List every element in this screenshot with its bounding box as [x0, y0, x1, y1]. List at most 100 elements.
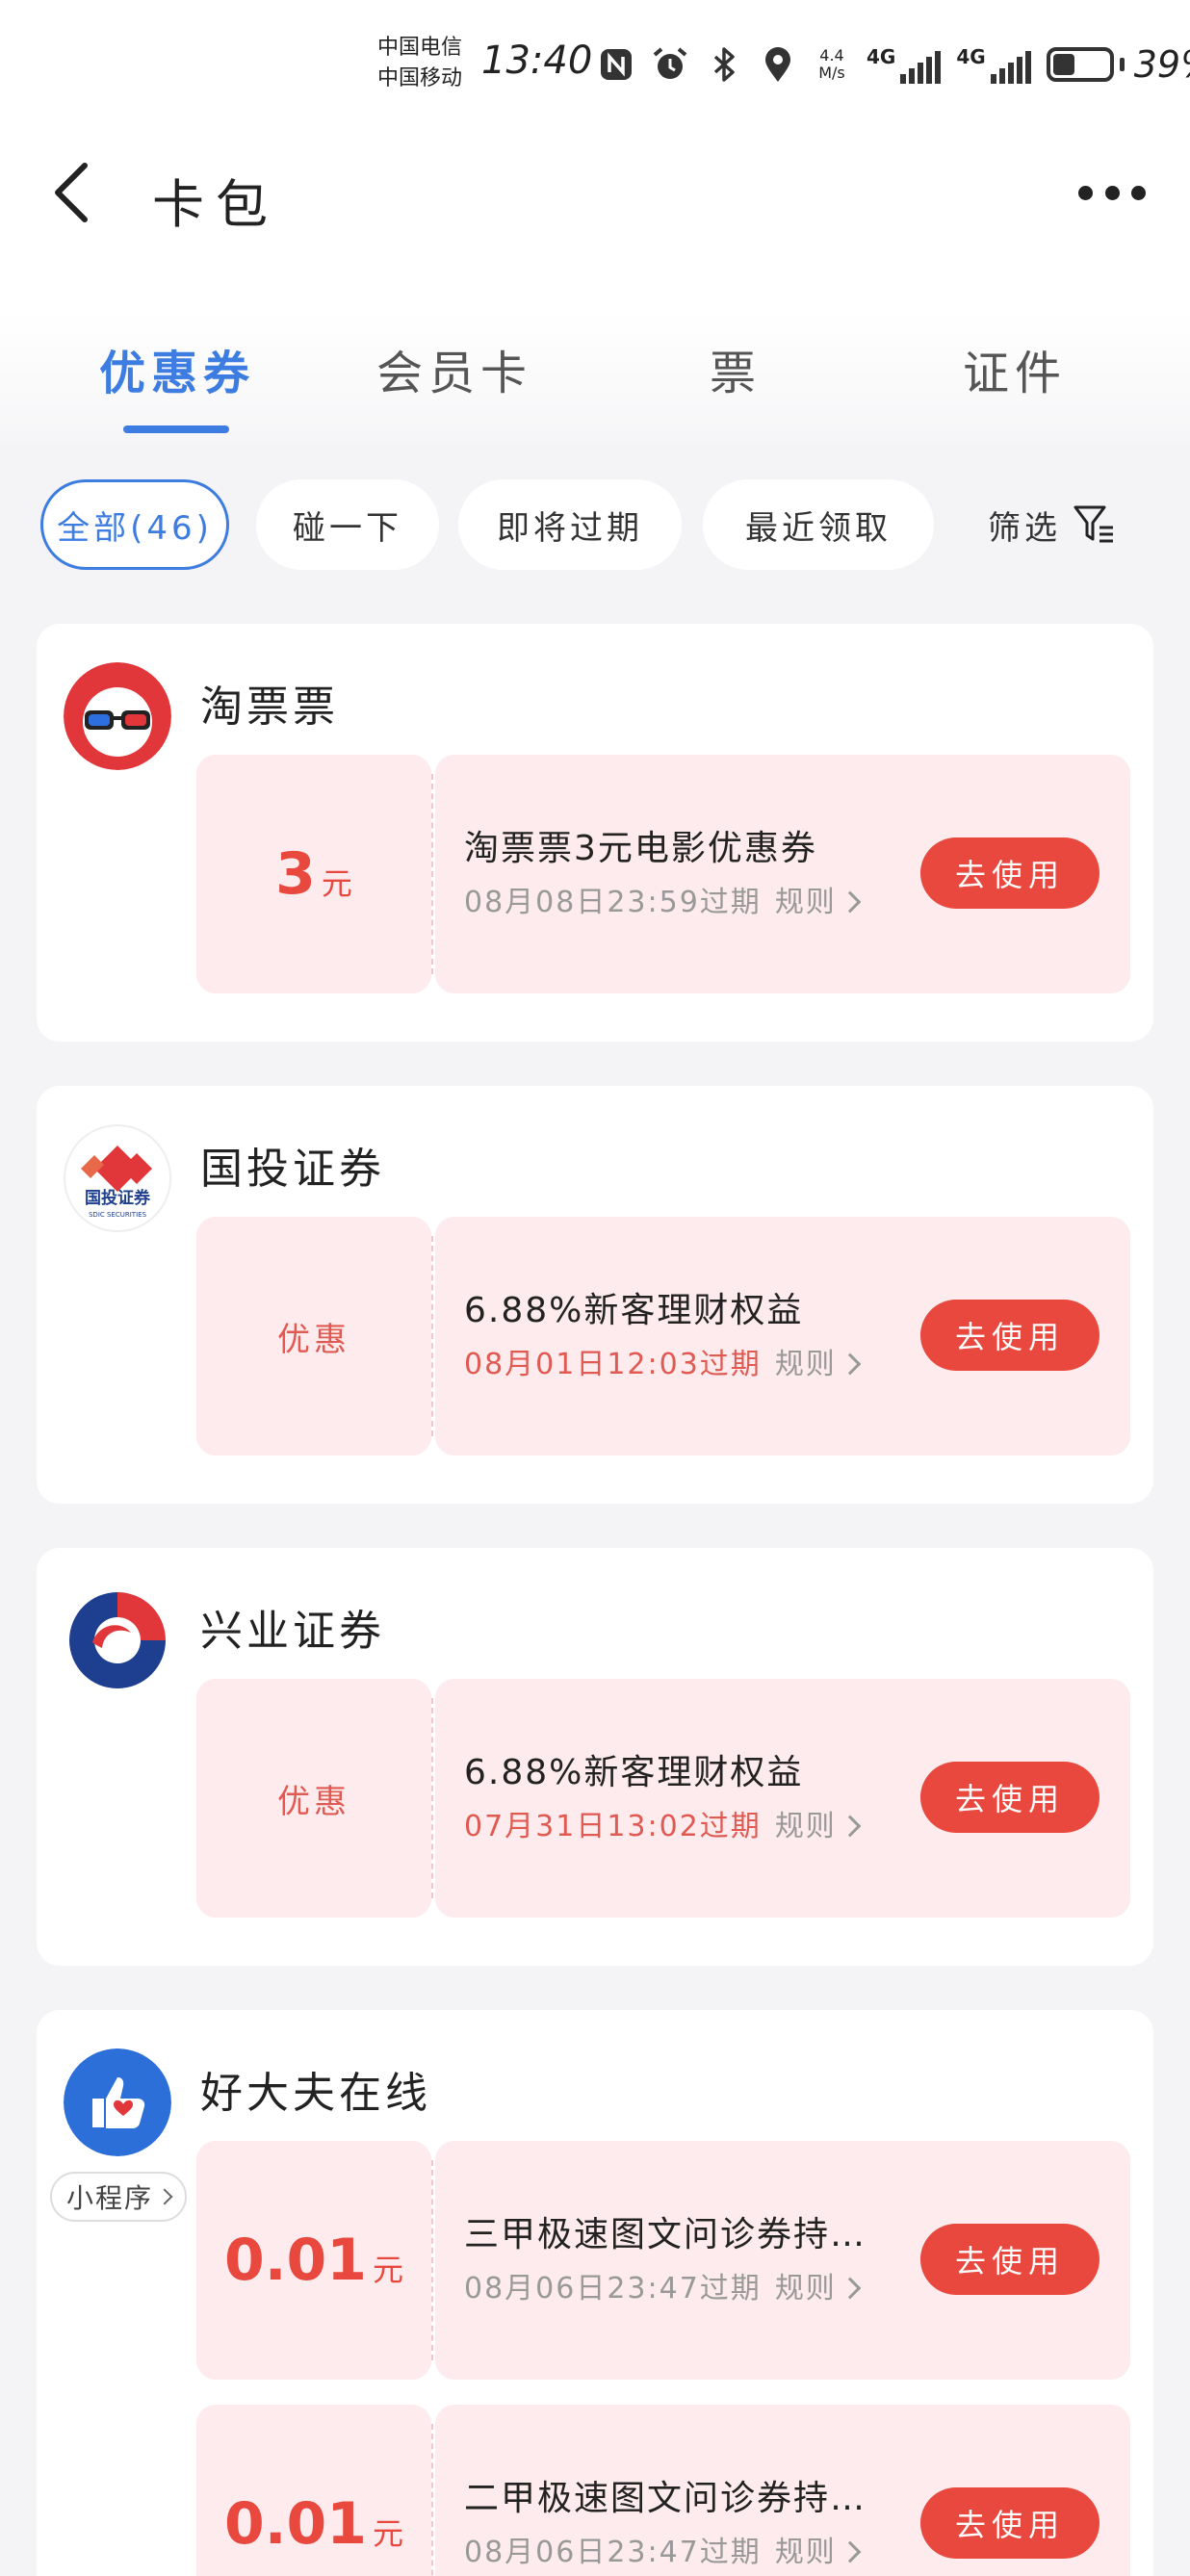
battery-icon: 39% — [1046, 43, 1190, 86]
coupon-value: 优惠 — [196, 1679, 431, 1918]
tab-membership-cards[interactable]: 会员卡 — [339, 335, 570, 402]
merchant-card-taopiaopiao: 淘票票 3元 淘票票3元电影优惠券 08月08日23:59过期 规则 去使用 — [37, 624, 1153, 1042]
tab-coupons[interactable]: 优惠券 — [62, 335, 293, 402]
filter-button[interactable]: 筛选 — [953, 479, 1117, 570]
coupon-expiry: 07月31日13:02过期 规则 — [464, 1802, 862, 1844]
chevron-right-icon — [156, 2188, 173, 2205]
card-wallet-page: 中国电信 中国移动 13:40 4.4 M/s 4G 4G 39 卡包 优惠券 … — [0, 0, 1190, 2576]
coupon-rules-link[interactable]: 规则 — [775, 1810, 862, 1843]
battery-percent: 39% — [1133, 43, 1190, 86]
haodf-logo — [64, 2048, 171, 2156]
coupon-unit: 元 — [321, 865, 352, 902]
coupon-rules-link[interactable]: 规则 — [774, 1348, 862, 1381]
coupon-rules-label: 规则 — [774, 2536, 837, 2569]
merchant-card-haodf: 小程序 好大夫在线 0.01 元 三甲极速图文问诊券持… 08月06日23:47过… — [37, 2010, 1153, 2576]
more-dot-icon — [1078, 185, 1093, 200]
coupon-name: 三甲极速图文问诊券持… — [464, 2215, 867, 2254]
signal-1-label: 4G — [867, 45, 896, 68]
xingye-securities-logo — [64, 1586, 171, 1694]
coupon-benefit: 优惠 — [277, 1320, 350, 1359]
chevron-right-icon — [839, 2540, 862, 2563]
carrier-1: 中国电信 — [377, 36, 463, 60]
coupon-details: 二甲极速图文问诊券持… 08月06日23:47过期 规则 去使用 — [435, 2405, 1130, 2576]
merchant-card-guotou: 国投证券 SDIC SECURITIES 国投证券 优惠 6.88%新客理财权益 … — [37, 1086, 1153, 1504]
filter-label: 筛选 — [988, 508, 1061, 548]
coupon-value: 3元 — [196, 755, 431, 993]
svg-text:SDIC SECURITIES: SDIC SECURITIES — [89, 1211, 147, 1219]
coupon-expiry-text: 08月06日23:47过期 — [464, 2272, 762, 2306]
filter-bar: 全部(46) 碰一下 即将过期 最近领取 筛选 — [0, 479, 1190, 572]
chevron-right-icon — [839, 1815, 862, 1838]
chevron-right-icon — [839, 2277, 862, 2300]
coupon-rules-link[interactable]: 规则 — [775, 2272, 862, 2306]
more-options-button[interactable] — [1078, 173, 1146, 212]
guotou-logo-text: 国投证券 — [85, 1188, 151, 1208]
coupon-expiry: 08月06日23:47过期 规则 — [464, 2264, 862, 2306]
coupon-rules-link[interactable]: 规则 — [775, 886, 862, 919]
signal-2-label: 4G — [956, 45, 986, 68]
filter-chip-all[interactable]: 全部(46) — [40, 479, 229, 570]
signal-2-icon: 4G — [956, 45, 1031, 84]
use-coupon-button[interactable]: 去使用 — [920, 837, 1099, 909]
merchant-name: 好大夫在线 — [200, 2069, 431, 2118]
back-button[interactable] — [46, 154, 104, 231]
coupon-divider — [431, 2424, 433, 2576]
coupon-unit: 元 — [373, 2515, 404, 2552]
signal-1-icon: 4G — [867, 45, 942, 84]
coupon-divider — [431, 1698, 433, 1898]
coupon-name: 6.88%新客理财权益 — [464, 1753, 804, 1792]
coupon-value: 0.01 元 — [196, 2141, 431, 2380]
coupon-divider — [431, 2160, 433, 2360]
coupon-expiry-text: 08月08日23:59过期 — [464, 886, 762, 919]
use-coupon-button[interactable]: 去使用 — [920, 2224, 1099, 2295]
coupon-name: 6.88%新客理财权益 — [464, 1291, 804, 1330]
coupon-expiry: 08月01日12:03过期 规则 — [464, 1340, 862, 1382]
alarm-icon — [651, 45, 689, 84]
coupon-item[interactable]: 0.01 元 三甲极速图文问诊券持… 08月06日23:47过期 规则 去使用 — [196, 2141, 1130, 2380]
merchant-name: 淘票票 — [200, 683, 339, 732]
coupon-item[interactable]: 3元 淘票票3元电影优惠券 08月08日23:59过期 规则 去使用 — [196, 755, 1130, 993]
coupon-expiry-text: 08月06日23:47过期 — [464, 2536, 762, 2569]
coupon-item[interactable]: 0.01 元 二甲极速图文问诊券持… 08月06日23:47过期 规则 去使用 — [196, 2405, 1130, 2576]
merchant-name: 国投证券 — [200, 1145, 385, 1194]
coupon-value: 0.01 元 — [196, 2405, 431, 2576]
guotou-securities-logo: 国投证券 SDIC SECURITIES — [64, 1124, 171, 1232]
tab-certificates[interactable]: 证件 — [899, 335, 1130, 402]
mini-program-label: 小程序 — [65, 2182, 153, 2214]
filter-chip-tap[interactable]: 碰一下 — [256, 479, 439, 570]
coupon-item[interactable]: 优惠 6.88%新客理财权益 07月31日13:02过期 规则 去使用 — [196, 1679, 1130, 1918]
mini-program-tag[interactable]: 小程序 — [50, 2172, 187, 2222]
coupon-expiry: 08月06日23:47过期 规则 — [464, 2528, 862, 2570]
net-speed-value: 4.4 — [819, 46, 844, 64]
more-dot-icon — [1131, 185, 1146, 200]
chevron-right-icon — [839, 1352, 862, 1376]
merchant-card-xingye: 兴业证券 优惠 6.88%新客理财权益 07月31日13:02过期 规则 去使用 — [37, 1548, 1153, 1966]
coupon-expiry-text: 08月01日12:03过期 — [464, 1348, 762, 1381]
coupon-amount: 3 — [275, 840, 316, 908]
bluetooth-icon — [705, 45, 743, 84]
coupon-name: 淘票票3元电影优惠券 — [464, 829, 817, 868]
status-time: 13:40 — [481, 39, 593, 83]
active-tab-indicator — [123, 425, 229, 433]
use-coupon-button[interactable]: 去使用 — [920, 2487, 1099, 2559]
status-bar: 中国电信 中国移动 13:40 4.4 M/s 4G 4G 39 — [0, 0, 1190, 135]
chevron-right-icon — [839, 890, 862, 914]
coupon-expiry-text: 07月31日13:02过期 — [464, 1810, 762, 1843]
merchant-name: 兴业证券 — [200, 1607, 385, 1656]
coupon-expiry: 08月08日23:59过期 规则 — [464, 878, 862, 920]
carrier-2: 中国移动 — [377, 66, 463, 90]
coupon-divider — [431, 1236, 433, 1436]
coupon-unit: 元 — [373, 2252, 404, 2288]
location-icon — [759, 45, 797, 84]
net-speed-unit: M/s — [818, 64, 845, 82]
use-coupon-button[interactable]: 去使用 — [920, 1762, 1099, 1833]
nfc-icon — [597, 45, 635, 84]
coupon-rules-link[interactable]: 规则 — [774, 2536, 862, 2569]
use-coupon-button[interactable]: 去使用 — [920, 1300, 1099, 1371]
filter-chip-recent[interactable]: 最近领取 — [703, 479, 934, 570]
tab-tickets[interactable]: 票 — [620, 335, 851, 402]
filter-chip-expiring[interactable]: 即将过期 — [458, 479, 682, 570]
taopiaopiao-logo — [64, 662, 171, 770]
coupon-rules-label: 规则 — [774, 1348, 837, 1381]
coupon-item[interactable]: 优惠 6.88%新客理财权益 08月01日12:03过期 规则 去使用 — [196, 1217, 1130, 1455]
